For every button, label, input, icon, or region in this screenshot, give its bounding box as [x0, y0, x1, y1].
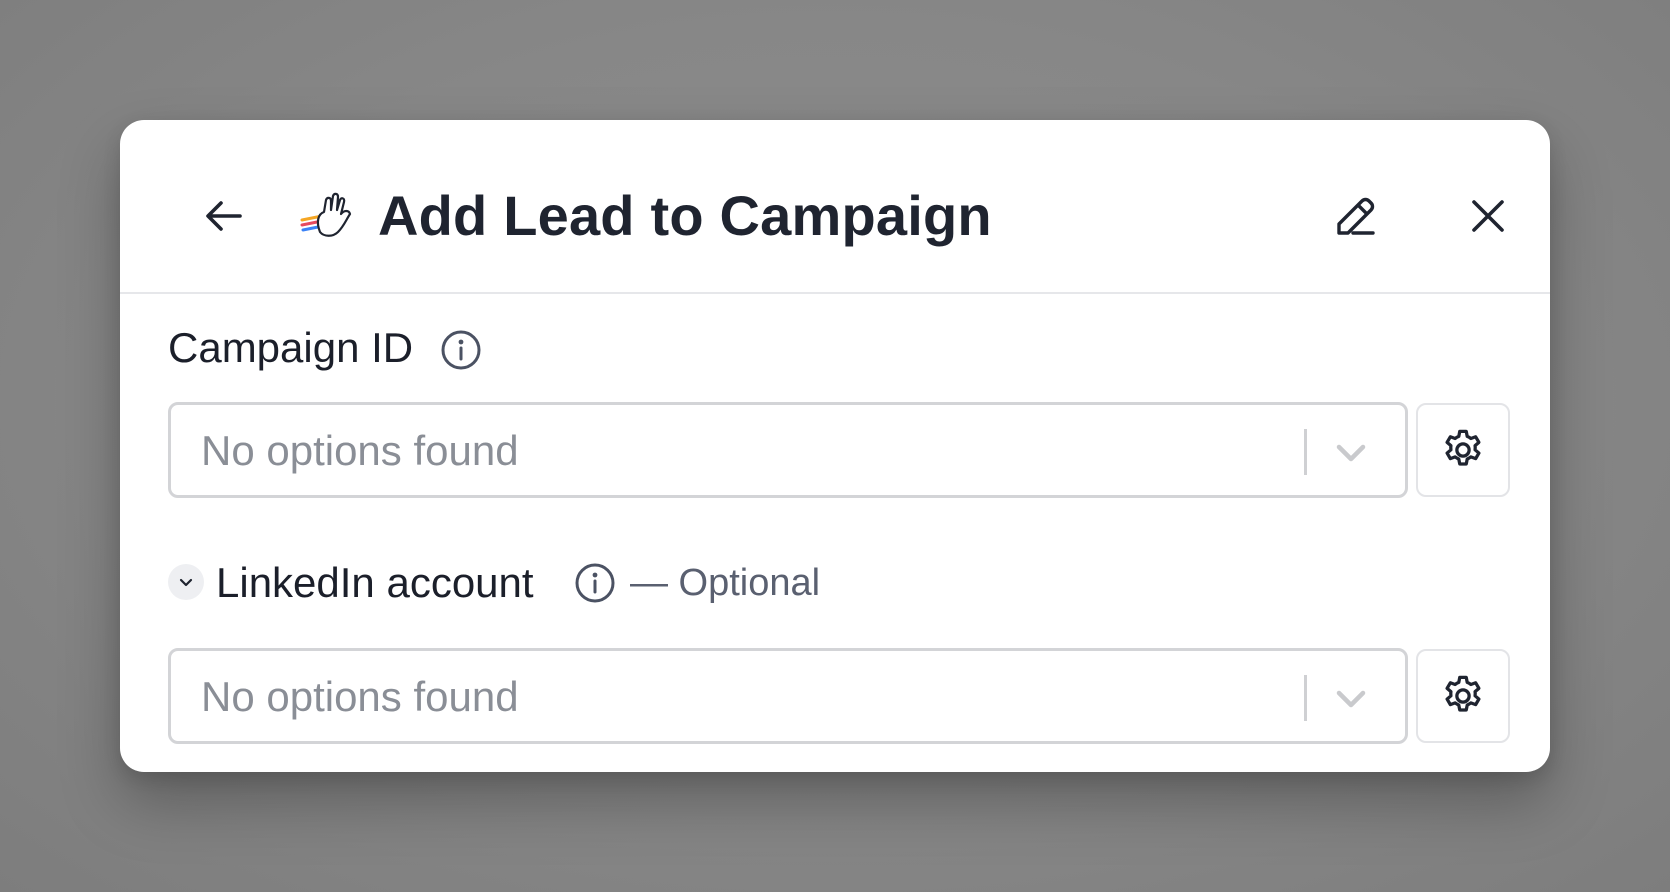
gear-icon	[1445, 675, 1481, 712]
pencil-icon	[1337, 197, 1375, 235]
campaign-id-label: Campaign ID	[168, 324, 414, 371]
waving-hand-logo	[300, 192, 352, 237]
gear-icon	[1445, 429, 1481, 466]
chevron-down-icon[interactable]	[1329, 677, 1373, 721]
linkedin-account-select[interactable]: No options found	[168, 648, 1408, 744]
linkedin-account-placeholder: No options found	[201, 673, 519, 720]
linkedin-account-settings-button[interactable]	[1416, 649, 1510, 743]
close-button[interactable]	[1456, 184, 1520, 248]
linkedin-account-collapse-toggle[interactable]	[168, 564, 204, 600]
linkedin-account-info-icon[interactable]	[574, 562, 616, 604]
optional-tag: — Optional	[630, 562, 821, 604]
campaign-id-info-icon[interactable]	[440, 329, 482, 371]
back-button[interactable]	[192, 184, 256, 248]
select-separator	[1304, 675, 1307, 721]
chevron-down-icon	[179, 578, 193, 587]
arrow-left-icon	[206, 201, 242, 231]
linkedin-account-label: LinkedIn account	[216, 559, 534, 606]
campaign-id-select[interactable]: No options found	[168, 402, 1408, 498]
edit-title-button[interactable]	[1324, 184, 1388, 248]
select-separator	[1304, 429, 1307, 475]
chevron-down-icon[interactable]	[1329, 431, 1373, 475]
dialog-header: Add Lead to Campaign	[120, 120, 1550, 294]
dialog-title: Add Lead to Campaign	[378, 184, 992, 247]
campaign-id-placeholder: No options found	[201, 427, 519, 474]
close-icon	[1472, 200, 1504, 232]
add-lead-dialog: Add Lead to Campaign Campaign ID No opti…	[120, 120, 1550, 772]
campaign-id-settings-button[interactable]	[1416, 403, 1510, 497]
